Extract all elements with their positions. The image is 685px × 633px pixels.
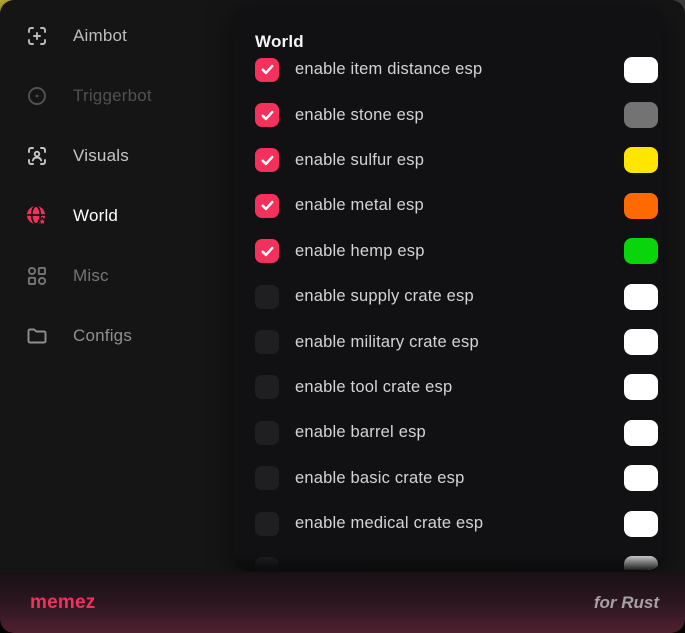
checkmark-icon [260, 62, 275, 77]
brand-name: memez [30, 592, 95, 614]
esp-option-row: enable sulfur esp [253, 138, 658, 183]
sidebar-item-configs[interactable]: Configs [25, 314, 233, 358]
world-settings-panel: World enable item distance esp enable st… [233, 8, 663, 570]
esp-checkbox[interactable] [255, 58, 279, 82]
esp-option-label: enable metal esp [295, 196, 424, 215]
esp-color-swatch[interactable] [624, 420, 658, 446]
esp-checkbox[interactable] [255, 330, 279, 354]
sidebar-item-label: Triggerbot [73, 86, 152, 106]
sidebar-item-triggerbot[interactable]: Triggerbot [25, 74, 233, 118]
visuals-user-scan-icon [25, 144, 49, 168]
configs-folder-icon [25, 324, 49, 348]
sidebar-item-label: Visuals [73, 146, 129, 166]
esp-color-swatch[interactable] [624, 465, 658, 491]
esp-color-swatch[interactable] [624, 193, 658, 219]
esp-option-label: enable military crate esp [295, 333, 479, 352]
esp-checkbox[interactable] [255, 285, 279, 309]
esp-option-row: enable barrel esp [253, 410, 658, 455]
esp-checkbox[interactable] [255, 557, 279, 570]
esp-option-row: enable basic crate esp [253, 456, 658, 501]
esp-option-label: enable medical crate esp [295, 514, 483, 533]
footer-bar: memez for Rust [0, 572, 685, 633]
esp-option-label: enable tool crate esp [295, 378, 452, 397]
sidebar-item-label: Aimbot [73, 26, 127, 46]
world-globe-star-icon [25, 204, 49, 228]
esp-option-row: enable item distance esp [253, 47, 658, 92]
esp-checkbox[interactable] [255, 103, 279, 127]
esp-option-label: enable sulfur esp [295, 151, 424, 170]
checkmark-icon [260, 244, 275, 259]
esp-option-row: enable tool crate esp [253, 365, 658, 410]
esp-checkbox[interactable] [255, 148, 279, 172]
esp-color-swatch[interactable] [624, 374, 658, 400]
esp-option-label: enable barrel esp [295, 423, 426, 442]
esp-color-swatch[interactable] [624, 102, 658, 128]
aimbot-crosshair-icon [25, 24, 49, 48]
esp-options-list: enable item distance esp enable stone es… [253, 47, 658, 570]
esp-option-label: enable stone esp [295, 106, 424, 125]
triggerbot-target-icon [25, 84, 49, 108]
esp-option-row [253, 546, 658, 570]
sidebar-item-label: Configs [73, 326, 132, 346]
esp-option-label: enable hemp esp [295, 242, 425, 261]
esp-color-swatch[interactable] [624, 284, 658, 310]
esp-checkbox[interactable] [255, 421, 279, 445]
sidebar-item-visuals[interactable]: Visuals [25, 134, 233, 178]
esp-option-label: enable item distance esp [295, 60, 482, 79]
esp-option-row: enable stone esp [253, 92, 658, 137]
esp-option-label: enable supply crate esp [295, 287, 474, 306]
esp-checkbox[interactable] [255, 466, 279, 490]
brand-tagline: for Rust [594, 593, 659, 613]
esp-color-swatch[interactable] [624, 511, 658, 537]
sidebar-item-misc[interactable]: Misc [25, 254, 233, 298]
checkmark-icon [260, 108, 275, 123]
sidebar-item-label: Misc [73, 266, 109, 286]
cheat-menu-window: Aimbot Triggerbot Visuals [0, 0, 685, 633]
esp-checkbox[interactable] [255, 239, 279, 263]
sidebar-item-aimbot[interactable]: Aimbot [25, 14, 233, 58]
esp-option-row: enable hemp esp [253, 229, 658, 274]
esp-color-swatch[interactable] [624, 329, 658, 355]
sidebar-item-label: World [73, 206, 118, 226]
esp-checkbox[interactable] [255, 194, 279, 218]
esp-color-swatch[interactable] [624, 556, 658, 570]
esp-color-swatch[interactable] [624, 57, 658, 83]
esp-option-row: enable medical crate esp [253, 501, 658, 546]
esp-option-row: enable metal esp [253, 183, 658, 228]
esp-option-row: enable military crate esp [253, 319, 658, 364]
esp-checkbox[interactable] [255, 375, 279, 399]
sidebar-nav: Aimbot Triggerbot Visuals [0, 14, 233, 374]
esp-color-swatch[interactable] [624, 147, 658, 173]
esp-checkbox[interactable] [255, 512, 279, 536]
checkmark-icon [260, 198, 275, 213]
esp-option-label: enable basic crate esp [295, 469, 465, 488]
misc-apps-icon [25, 264, 49, 288]
sidebar-item-world[interactable]: World [25, 194, 233, 238]
esp-option-row: enable supply crate esp [253, 274, 658, 319]
checkmark-icon [260, 153, 275, 168]
esp-color-swatch[interactable] [624, 238, 658, 264]
